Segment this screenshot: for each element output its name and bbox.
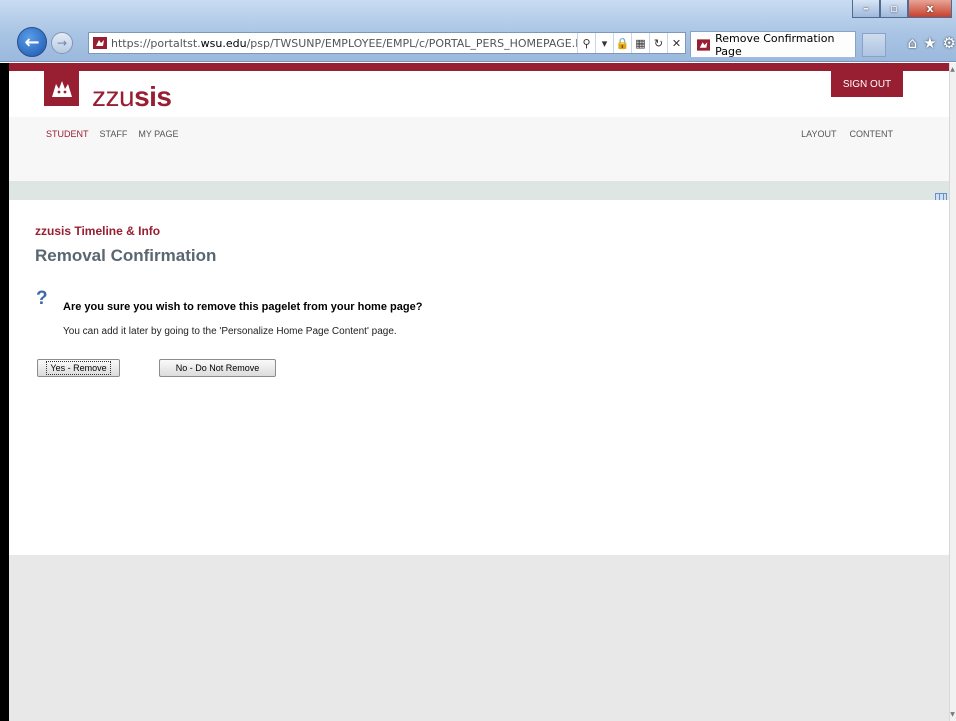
primary-nav: STUDENT STAFF MY PAGE	[46, 129, 179, 139]
url-prefix: https://portaltst.	[111, 36, 201, 50]
lock-icon[interactable]: 🔒	[613, 33, 631, 53]
divider-bar	[9, 181, 949, 200]
url-host: wsu.edu	[200, 36, 247, 50]
settings-gear-icon[interactable]: ⚙	[943, 34, 956, 52]
scroll-up-icon[interactable]: ▲	[949, 65, 956, 75]
forward-button[interactable]: →	[51, 32, 73, 54]
portal-page: zzusis SIGN OUT STUDENT STAFF MY PAGE LA…	[9, 63, 949, 721]
home-icon[interactable]: ⌂	[908, 34, 918, 52]
browser-toolbar: ⌂ ★ ⚙	[908, 34, 956, 52]
page-footer-area	[9, 555, 949, 721]
confirmation-panel: zzusis Timeline & Info Removal Confirmat…	[9, 200, 949, 555]
stop-icon[interactable]: ✕	[667, 33, 685, 53]
browser-chrome: – ▫ x ← → https://portaltst.wsu.edu/psp/…	[0, 0, 956, 62]
new-tab-button[interactable]	[862, 33, 886, 57]
address-bar[interactable]: https://portaltst.wsu.edu/psp/TWSUNP/EMP…	[88, 32, 686, 54]
scroll-down-icon[interactable]: ▼	[949, 710, 956, 720]
wsu-cougar-favicon-icon	[93, 37, 107, 49]
nav-staff[interactable]: STAFF	[100, 129, 128, 139]
no-remove-label: No - Do Not Remove	[175, 363, 260, 373]
question-icon: ?	[36, 288, 48, 309]
favorites-star-icon[interactable]: ★	[923, 34, 936, 52]
page-title: Removal Confirmation	[35, 246, 217, 265]
cougar-head-icon	[51, 80, 72, 97]
vertical-scrollbar[interactable]	[949, 63, 956, 721]
wsu-cougar-favicon-icon	[697, 38, 711, 51]
forward-arrow-icon: →	[56, 36, 68, 50]
refresh-icon[interactable]: ↻	[649, 33, 667, 53]
back-button[interactable]: ←	[17, 27, 47, 57]
brand-prefix: zzu	[92, 81, 135, 112]
pagelet-name: zzusis Timeline & Info	[35, 224, 161, 238]
dropdown-arrow-icon[interactable]: ▾	[595, 33, 613, 53]
tab-remove-confirmation[interactable]: Remove Confirmation Page	[690, 31, 856, 58]
url-path: /psp/TWSUNP/EMPLOYEE/EMPL/c/PORTAL_PERS_…	[246, 36, 577, 50]
brand-strip	[9, 63, 949, 71]
site-header: zzusis SIGN OUT	[9, 71, 949, 117]
confirmation-question: Are you sure you wish to remove this pag…	[63, 301, 423, 313]
yes-remove-button[interactable]: Yes - Remove	[37, 359, 120, 377]
confirmation-hint: You can add it later by going to the 'Pe…	[63, 326, 397, 337]
nav-my-page[interactable]: MY PAGE	[138, 129, 178, 139]
back-arrow-icon: ←	[24, 31, 40, 53]
yes-remove-label: Yes - Remove	[46, 361, 111, 375]
nav-layout[interactable]: LAYOUT	[801, 129, 836, 139]
compatibility-view-icon[interactable]: ▦	[631, 33, 649, 53]
address-tools: ⚲ ▾ 🔒 ▦ ↻ ✕	[577, 33, 685, 53]
maximize-button[interactable]: ▫	[880, 0, 908, 18]
sign-out-button[interactable]: SIGN OUT	[831, 71, 903, 97]
window-controls: – ▫ x	[852, 0, 952, 18]
minimize-button[interactable]: –	[852, 0, 880, 18]
no-do-not-remove-button[interactable]: No - Do Not Remove	[159, 359, 276, 377]
window-frame-left	[0, 63, 9, 721]
nav-content[interactable]: CONTENT	[850, 129, 894, 139]
wsu-logo[interactable]	[44, 71, 79, 106]
portal-nav-bar: STUDENT STAFF MY PAGE LAYOUT CONTENT	[9, 117, 949, 181]
close-window-button[interactable]: x	[908, 0, 952, 18]
nav-student[interactable]: STUDENT	[46, 129, 89, 139]
search-icon[interactable]: ⚲	[577, 33, 595, 53]
url-text: https://portaltst.wsu.edu/psp/TWSUNP/EMP…	[111, 37, 577, 50]
personalize-nav: LAYOUT CONTENT	[801, 129, 893, 139]
brand-suffix: sis	[134, 81, 172, 112]
tab-title: Remove Confirmation Page	[715, 31, 835, 58]
site-brand[interactable]: zzusis	[92, 81, 172, 113]
